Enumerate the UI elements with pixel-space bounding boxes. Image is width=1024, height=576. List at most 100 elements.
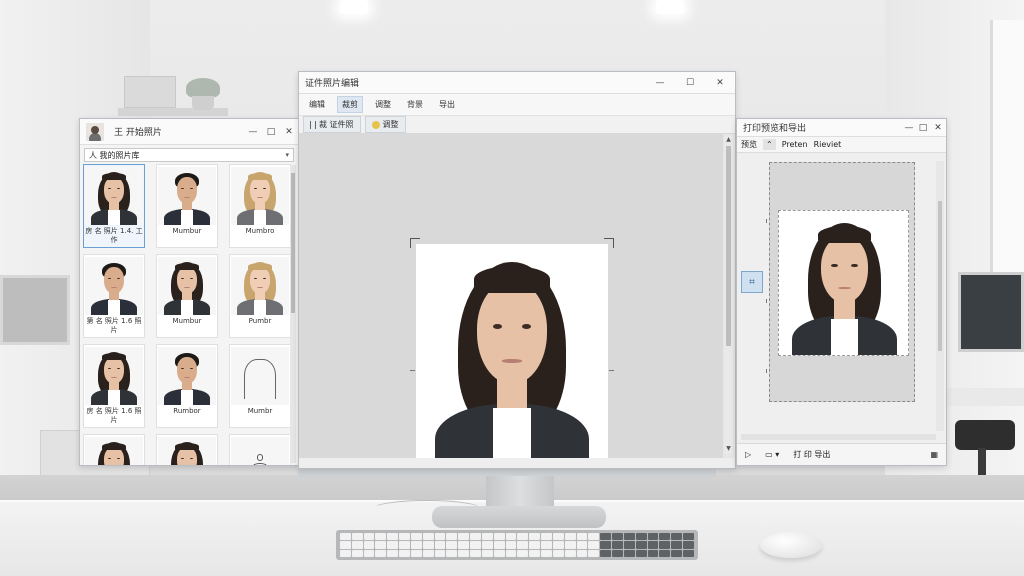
adjust-tool-button[interactable]: 调整 <box>364 116 406 133</box>
adjust-tool-label: 调整 <box>382 120 399 129</box>
horizontal-scrollbar[interactable] <box>299 458 735 468</box>
thumbnail-item[interactable] <box>156 434 218 465</box>
keyboard-key <box>363 549 375 557</box>
window-controls: — □ ✕ <box>244 119 298 144</box>
keyboard-key <box>529 533 541 541</box>
keyboard-key <box>623 533 635 541</box>
tab-preten[interactable]: Preten <box>782 140 808 149</box>
crop-handle-top-left[interactable] <box>410 238 420 248</box>
thumbnail-item[interactable]: Mumbur <box>156 254 218 338</box>
thumbnail-item[interactable]: Mumbro <box>229 164 291 248</box>
grid-view-icon[interactable]: ▦ <box>930 450 938 459</box>
keyboard-key <box>683 541 694 549</box>
crop-handle-top-right[interactable] <box>604 238 614 248</box>
keyboard-key <box>588 541 600 549</box>
menu-item-edit[interactable]: 编辑 <box>305 97 329 112</box>
keyboard-key <box>576 541 588 549</box>
chevron-down-icon[interactable]: ▾ <box>285 151 289 159</box>
window-title: 打印预览和导出 <box>743 124 807 134</box>
thumbnail-item[interactable]: 房 名 照片 1.6 照片 <box>83 344 145 428</box>
thumbnail-item[interactable] <box>83 434 145 465</box>
scrollbar-thumb[interactable] <box>726 146 731 346</box>
thumbnail-caption: 第 名 照片 1.6 照片 <box>86 317 142 334</box>
minimize-button[interactable]: — <box>244 119 262 144</box>
close-button[interactable]: ✕ <box>280 119 298 144</box>
keyboard-key <box>410 549 422 557</box>
person-photo <box>416 244 608 466</box>
scrollbar[interactable] <box>290 165 296 463</box>
keyboard-key <box>612 549 623 557</box>
keyboard-key <box>600 549 612 557</box>
menu-item-background[interactable]: 背景 <box>403 97 427 112</box>
keyboard-key <box>351 533 363 541</box>
minimize-button[interactable]: — <box>902 119 916 136</box>
thumbnail-item[interactable]: Mumbr <box>229 344 291 428</box>
vertical-scrollbar[interactable]: ▲ ▼ <box>724 136 733 454</box>
thumbnail-image <box>158 347 216 405</box>
preview-tabs: 预览 ⌃ Preten Rieviet <box>737 137 946 153</box>
person-photo <box>85 167 143 225</box>
minimize-button[interactable]: — <box>645 72 675 93</box>
library-search-input[interactable]: 人 我的照片库 ▾ <box>84 148 294 162</box>
keyboard-key <box>529 541 541 549</box>
thumbnail-item[interactable]: 第 名 照片 1.6 照片 <box>83 254 145 338</box>
thumbnail-item[interactable] <box>229 434 291 465</box>
thumbnail-image <box>158 437 216 465</box>
keyboard-key <box>635 549 647 557</box>
keyboard-key <box>481 533 493 541</box>
keyboard-key <box>517 549 529 557</box>
keyboard-key <box>446 549 458 557</box>
menu-item-export[interactable]: 导出 <box>435 97 459 112</box>
maximize-button[interactable]: □ <box>916 119 930 136</box>
print-preview-window: 打印预览和导出 — □ ✕ 预览 ⌃ Preten Rieviet ⌗ ▷ ▭ … <box>736 118 947 466</box>
thumbnail-item[interactable]: 房 名 照片 1.4. 工作 <box>83 164 145 248</box>
page-icon[interactable]: ▭ ▾ <box>765 450 779 459</box>
play-icon[interactable]: ▷ <box>745 450 751 459</box>
keyboard-key <box>481 541 493 549</box>
keyboard-key <box>671 533 683 541</box>
keyboard-key <box>458 549 470 557</box>
close-button[interactable]: ✕ <box>705 72 735 93</box>
thumbnail-item[interactable]: Pumbr <box>229 254 291 338</box>
thumbnail-item[interactable]: Rumbor <box>156 344 218 428</box>
scroll-up-icon[interactable]: ▲ <box>724 136 733 145</box>
crop-tool-button[interactable]: 裁 证件照 <box>303 116 361 133</box>
keyboard-key <box>387 549 399 557</box>
search-text: 人 我的照片库 <box>89 150 140 160</box>
crop-tool-button[interactable]: ⌗ <box>741 271 763 293</box>
maximize-button[interactable]: □ <box>262 119 280 144</box>
export-button[interactable]: 打 印 导出 <box>793 449 830 460</box>
background-monitor <box>0 275 70 345</box>
portrait-photo[interactable] <box>416 244 608 466</box>
preview-footer: ▷ ▭ ▾ 打 印 导出 ▦ <box>737 443 946 465</box>
keyboard-key <box>399 533 410 541</box>
keyboard-key <box>470 533 481 541</box>
vertical-scrollbar[interactable] <box>936 161 944 431</box>
print-page-preview <box>769 162 915 402</box>
app-icon <box>86 122 104 141</box>
tab-rieviet[interactable]: Rieviet <box>814 140 842 149</box>
menu-item-crop[interactable]: 裁剪 <box>337 96 363 113</box>
scroll-down-icon[interactable]: ▼ <box>724 445 733 454</box>
crop-icon: ⌗ <box>749 276 755 288</box>
chevron-up-icon[interactable]: ⌃ <box>763 139 776 150</box>
keyboard-key <box>683 549 694 557</box>
keyboard-key <box>529 549 541 557</box>
tab-preview[interactable]: 预览 <box>741 139 757 150</box>
keyboard-key <box>683 533 694 541</box>
keyboard-key <box>410 541 422 549</box>
keyboard-key <box>541 533 552 541</box>
keyboard-key <box>647 549 659 557</box>
keyboard-key <box>552 541 564 549</box>
editor-canvas[interactable] <box>299 134 723 468</box>
thumbnail-item[interactable]: Mumbur <box>156 164 218 248</box>
maximize-button[interactable]: ☐ <box>675 72 705 93</box>
keyboard-key <box>422 533 434 541</box>
window-title: 王 开始照片 <box>114 128 162 138</box>
keyboard-key <box>505 541 517 549</box>
menu-item-adjust[interactable]: 调整 <box>371 97 395 112</box>
keyboard-key <box>647 541 659 549</box>
horizontal-scrollbar[interactable] <box>741 434 936 440</box>
keyboard-key <box>647 533 659 541</box>
close-button[interactable]: ✕ <box>930 119 946 136</box>
